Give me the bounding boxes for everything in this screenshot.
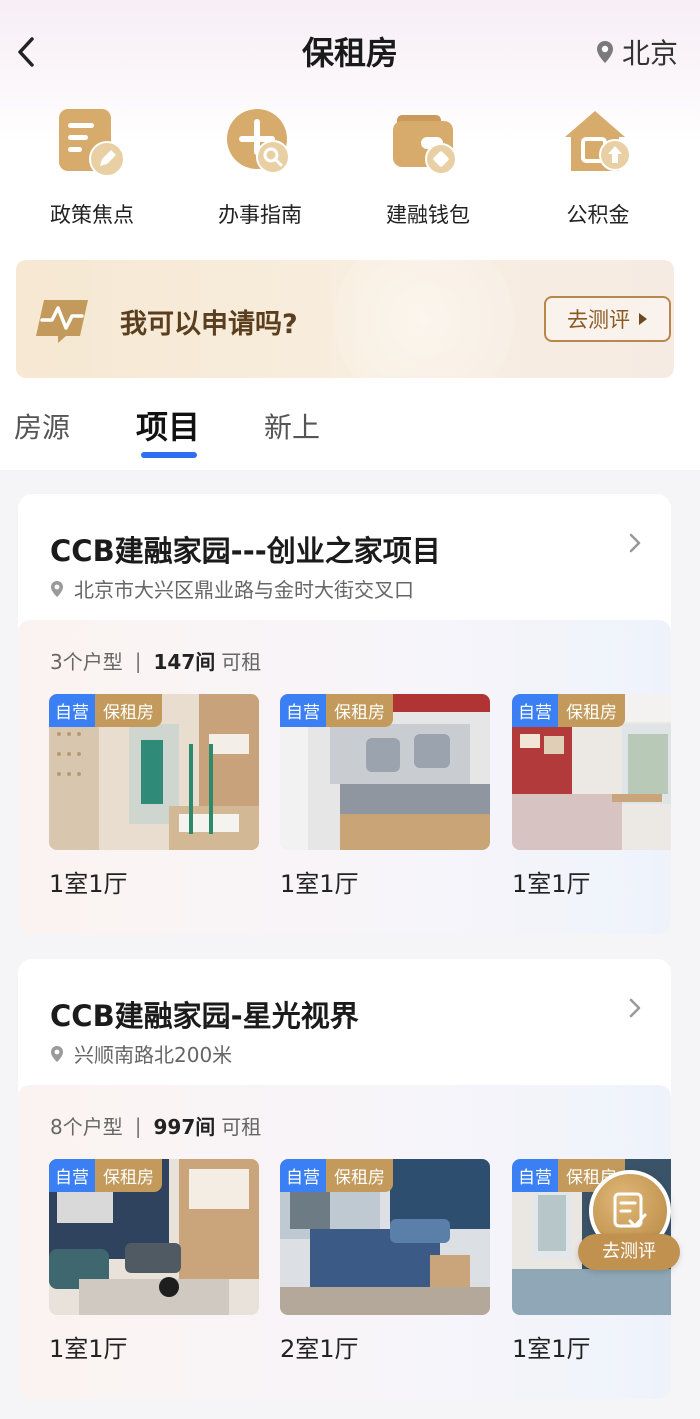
listing-photo[interactable]: 自营 保租房: [512, 694, 671, 850]
room-type-label: 1室1厅: [512, 1335, 591, 1363]
quick-link-label: 办事指南: [218, 203, 302, 227]
project-card[interactable]: CCB建融家园-星光视界 兴顺南路北200米 8个户型 | 997间 可租 自营…: [18, 959, 671, 1399]
room-type-label: 2室1厅: [280, 1335, 359, 1363]
room-count: 997间: [153, 1115, 216, 1139]
pulse-chart-icon: [36, 300, 88, 343]
self-operated-badge: 自营: [49, 1159, 95, 1192]
project-card[interactable]: CCB建融家园---创业之家项目 北京市大兴区鼎业路与金时大街交叉口 3个户型 …: [18, 494, 671, 934]
project-stats: 8个户型 | 997间 可租: [50, 1111, 261, 1140]
listing-photo[interactable]: 自营 保租房: [49, 694, 259, 850]
listing-badges: 自营 保租房: [512, 694, 625, 727]
tab-listings[interactable]: 房源: [14, 406, 70, 446]
listing-item[interactable]: 自营 保租房 2室1厅: [280, 1159, 490, 1364]
housing-type-badge: 保租房: [326, 694, 393, 727]
triangle-right-icon: [639, 313, 647, 325]
room-type-label: 1室1厅: [280, 870, 359, 898]
housing-type-badge: 保租房: [95, 694, 162, 727]
listing-badges: 自营 保租房: [280, 694, 393, 727]
available-label: 可租: [221, 1115, 262, 1139]
listing-item[interactable]: 自营 保租房 1室1厅: [49, 694, 259, 899]
project-stats: 3个户型 | 147间 可租: [50, 646, 261, 675]
chevron-right-icon[interactable]: [627, 997, 643, 1019]
listing-item[interactable]: 自营 保租房 1室1厅: [512, 694, 671, 899]
guide-search-icon: [227, 109, 290, 174]
stats-divider: |: [134, 648, 142, 673]
room-type-label: 1室1厅: [49, 1335, 128, 1363]
evaluate-button-label: 去测评: [567, 308, 630, 332]
housing-type-badge: 保租房: [95, 1159, 162, 1192]
quick-link-label: 公积金: [566, 203, 630, 227]
floating-evaluate-label: 去测评: [578, 1234, 680, 1270]
self-operated-badge: 自营: [512, 694, 558, 727]
room-count: 147间: [153, 650, 216, 674]
location-pin-icon: [596, 41, 613, 63]
address-text: 北京市大兴区鼎业路与金时大街交叉口: [74, 578, 414, 602]
housing-type-badge: 保租房: [558, 694, 625, 727]
checklist-icon: [613, 1192, 647, 1228]
room-type-label: 1室1厅: [512, 870, 591, 898]
city-selector[interactable]: 北京: [596, 32, 678, 72]
listing-photo[interactable]: 自营 保租房: [49, 1159, 259, 1315]
evaluate-button[interactable]: 去测评: [544, 296, 671, 342]
project-address: 兴顺南路北200米: [50, 1039, 232, 1068]
room-type-label: 1室1厅: [49, 870, 128, 898]
header-bar: 保租房 北京: [0, 0, 700, 100]
address-text: 兴顺南路北200米: [74, 1043, 233, 1067]
banner-decoration: [334, 260, 514, 378]
self-operated-badge: 自营: [280, 694, 326, 727]
eligibility-banner[interactable]: 我可以申请吗? 去测评: [16, 260, 674, 378]
quick-link-label: 建融钱包: [386, 203, 470, 227]
quick-link-label: 政策焦点: [50, 203, 134, 227]
floating-evaluate-button[interactable]: 去测评: [578, 1170, 680, 1270]
tab-new[interactable]: 新上: [264, 406, 320, 446]
active-tab-indicator: [141, 452, 197, 458]
available-label: 可租: [221, 650, 262, 674]
quick-links: 政策焦点 办事指南 建融钱包 公积金: [0, 105, 700, 235]
policy-document-icon: [59, 109, 125, 177]
housing-type-badge: 保租房: [326, 1159, 393, 1192]
project-title: CCB建融家园---创业之家项目: [50, 534, 441, 568]
listing-badges: 自营 保租房: [49, 1159, 162, 1192]
project-title: CCB建融家园-星光视界: [50, 999, 359, 1033]
layout-count: 3个户型: [50, 650, 123, 674]
listing-badges: 自营 保租房: [280, 1159, 393, 1192]
self-operated-badge: 自营: [49, 694, 95, 727]
quick-link-fund[interactable]: 公积金: [528, 105, 668, 229]
stats-divider: |: [134, 1113, 142, 1138]
listing-photo[interactable]: 自营 保租房: [280, 1159, 490, 1315]
listing-photo[interactable]: 自营 保租房: [280, 694, 490, 850]
wallet-icon: [393, 115, 457, 175]
city-label: 北京: [621, 37, 678, 70]
self-operated-badge: 自营: [280, 1159, 326, 1192]
self-operated-badge: 自营: [512, 1159, 558, 1192]
tab-projects[interactable]: 项目: [136, 402, 200, 448]
project-address: 北京市大兴区鼎业路与金时大街交叉口: [50, 574, 414, 603]
quick-link-guide[interactable]: 办事指南: [190, 105, 330, 229]
location-pin-icon: [51, 580, 63, 597]
banner-title: 我可以申请吗?: [120, 309, 298, 340]
chevron-right-icon[interactable]: [627, 532, 643, 554]
quick-link-policy[interactable]: 政策焦点: [22, 105, 162, 229]
housing-fund-icon: [565, 111, 631, 171]
layout-count: 8个户型: [50, 1115, 123, 1139]
listing-item[interactable]: 自营 保租房 1室1厅: [280, 694, 490, 899]
quick-link-wallet[interactable]: 建融钱包: [358, 105, 498, 229]
location-pin-icon: [51, 1045, 63, 1062]
tab-bar: 房源 项目 新上: [0, 400, 700, 470]
listing-item[interactable]: 自营 保租房 1室1厅: [49, 1159, 259, 1364]
listing-badges: 自营 保租房: [49, 694, 162, 727]
